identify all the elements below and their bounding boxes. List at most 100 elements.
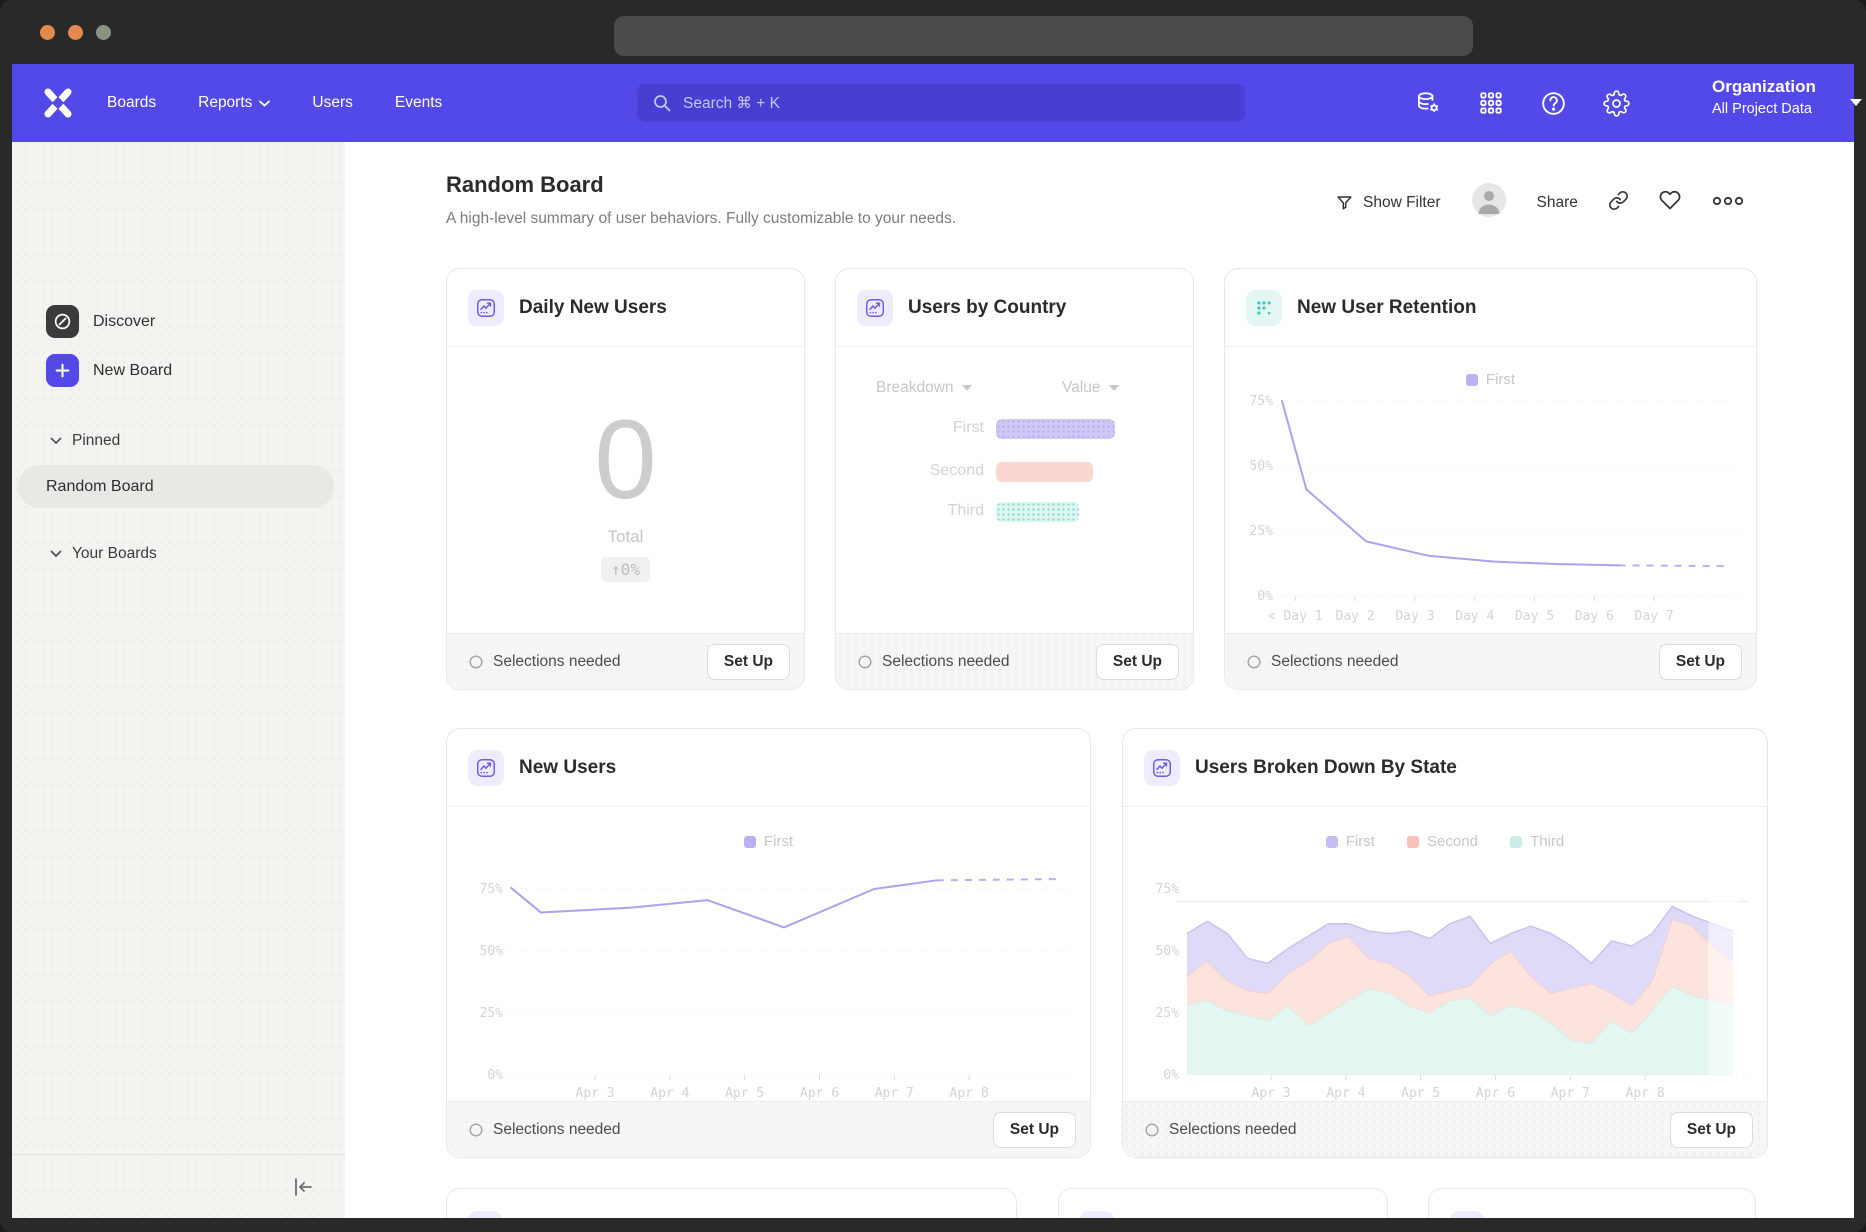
search-icon (653, 94, 671, 112)
status-circle-icon (469, 1123, 483, 1137)
nav-item-label: Users (312, 94, 352, 112)
chevron-down-icon (50, 437, 62, 445)
caret-down-icon (962, 385, 972, 391)
svg-text:25%: 25% (1156, 1006, 1180, 1021)
share-label: Share (1537, 194, 1578, 212)
chevron-down-icon (50, 550, 62, 558)
sidebar-item-new-board[interactable]: New Board (46, 354, 172, 387)
section-label: Your Boards (72, 545, 157, 563)
svg-text:75%: 75% (1250, 394, 1274, 409)
sidebar-item-discover[interactable]: Discover (46, 305, 155, 338)
row-bar (996, 502, 1079, 522)
metric-label: Total (447, 527, 804, 547)
share-button[interactable]: Share (1537, 194, 1578, 212)
svg-text:Day 4: Day 4 (1455, 609, 1494, 624)
svg-text:Apr 4: Apr 4 (650, 1086, 689, 1101)
apps-grid-icon[interactable] (1478, 90, 1504, 116)
sidebar-section-pinned[interactable]: Pinned (50, 432, 120, 450)
svg-text:Day 7: Day 7 (1635, 609, 1674, 624)
chevron-down-icon (259, 100, 270, 107)
more-options-button[interactable] (1711, 194, 1745, 212)
svg-text:75%: 75% (480, 882, 504, 897)
state-stacked-chart: 75%50%25%0%Apr 3Apr 4Apr 5Apr 6Apr 7Apr … (1123, 729, 1769, 1103)
nav-item-boards[interactable]: Boards (107, 94, 156, 112)
svg-text:Apr 8: Apr 8 (1626, 1086, 1665, 1101)
svg-text:Apr 7: Apr 7 (1551, 1086, 1590, 1101)
status-text: Selections needed (493, 1121, 621, 1139)
card-footer: Selections needed Set Up (836, 633, 1193, 689)
filter-icon (1335, 193, 1354, 212)
nav-item-events[interactable]: Events (395, 94, 442, 112)
collapse-left-icon (291, 1175, 315, 1199)
card-users-by-country: Users by Country Breakdown Value First S… (835, 268, 1194, 690)
caret-down-icon (1109, 385, 1119, 391)
breakdown-dropdown[interactable]: Breakdown (876, 379, 972, 397)
setup-button[interactable]: Set Up (1659, 644, 1742, 680)
search-placeholder: Search ⌘ + K (683, 94, 780, 113)
data-management-icon[interactable] (1415, 90, 1442, 117)
sidebar-item-label: New Board (93, 362, 172, 380)
main-content: Random Board A high-level summary of use… (345, 142, 1854, 1220)
setup-button[interactable]: Set Up (993, 1112, 1076, 1148)
status-text: Selections needed (882, 653, 1010, 671)
app-window: Boards Reports Users Events Search ⌘ + K (0, 0, 1866, 1232)
svg-text:Apr 4: Apr 4 (1326, 1086, 1365, 1101)
url-bar[interactable] (614, 16, 1473, 56)
nav-item-reports[interactable]: Reports (198, 94, 270, 112)
mixpanel-logo[interactable] (40, 86, 76, 120)
setup-button[interactable]: Set Up (1670, 1112, 1753, 1148)
row-label: Second (864, 462, 984, 480)
svg-text:< Day 1: < Day 1 (1268, 609, 1323, 624)
status-circle-icon (1145, 1123, 1159, 1137)
nav-item-label: Boards (107, 94, 156, 112)
svg-text:Day 3: Day 3 (1395, 609, 1434, 624)
copy-link-button[interactable] (1608, 190, 1629, 216)
status-circle-icon (1247, 655, 1261, 669)
org-subtitle: All Project Data (1712, 101, 1844, 117)
favorite-button[interactable] (1659, 189, 1681, 216)
window-control-close[interactable] (40, 25, 55, 40)
window-control-zoom[interactable] (96, 25, 111, 40)
discover-icon (46, 305, 79, 338)
line-chart-icon (857, 290, 893, 326)
metric-value: 0 (447, 404, 804, 516)
svg-text:Day 5: Day 5 (1515, 609, 1554, 624)
nav-item-users[interactable]: Users (312, 94, 352, 112)
top-navbar: Boards Reports Users Events Search ⌘ + K (12, 64, 1854, 142)
help-icon[interactable] (1540, 90, 1567, 117)
card-title: Daily New Users (519, 297, 667, 319)
board-item-label: Random Board (46, 478, 154, 496)
value-dropdown[interactable]: Value (1062, 379, 1119, 397)
svg-text:50%: 50% (1156, 944, 1180, 959)
collapse-sidebar-button[interactable] (291, 1175, 315, 1204)
line-chart-icon (468, 290, 504, 326)
svg-text:75%: 75% (1156, 882, 1180, 897)
window-control-minimize[interactable] (68, 25, 83, 40)
row-bar (996, 462, 1093, 482)
setup-button[interactable]: Set Up (1096, 644, 1179, 680)
svg-text:Apr 5: Apr 5 (1401, 1086, 1440, 1101)
svg-text:Apr 5: Apr 5 (725, 1086, 764, 1101)
sidebar-item-label: Discover (93, 313, 155, 331)
svg-text:25%: 25% (480, 1006, 504, 1021)
org-switcher[interactable]: Organization All Project Data (1712, 77, 1844, 129)
svg-text:50%: 50% (1250, 459, 1274, 474)
card-footer: Selections needed Set Up (447, 1101, 1090, 1157)
svg-text:Apr 6: Apr 6 (800, 1086, 839, 1101)
settings-gear-icon[interactable] (1603, 90, 1630, 117)
status-text: Selections needed (1169, 1121, 1297, 1139)
global-search-input[interactable]: Search ⌘ + K (637, 84, 1245, 122)
setup-button[interactable]: Set Up (707, 644, 790, 680)
svg-text:Apr 8: Apr 8 (950, 1086, 989, 1101)
avatar[interactable] (1471, 182, 1507, 223)
page-subtitle: A high-level summary of user behaviors. … (446, 210, 956, 228)
svg-text:Day 6: Day 6 (1575, 609, 1614, 624)
sidebar-section-your-boards[interactable]: Your Boards (50, 545, 157, 563)
sidebar-footer (12, 1154, 345, 1220)
sidebar-item-random-board[interactable]: Random Board (18, 465, 334, 508)
svg-text:Apr 7: Apr 7 (875, 1086, 914, 1101)
show-filter-button[interactable]: Show Filter (1335, 193, 1441, 212)
page-title: Random Board (446, 172, 604, 198)
metric-delta-badge: ↑0% (601, 557, 650, 582)
status-text: Selections needed (1271, 653, 1399, 671)
